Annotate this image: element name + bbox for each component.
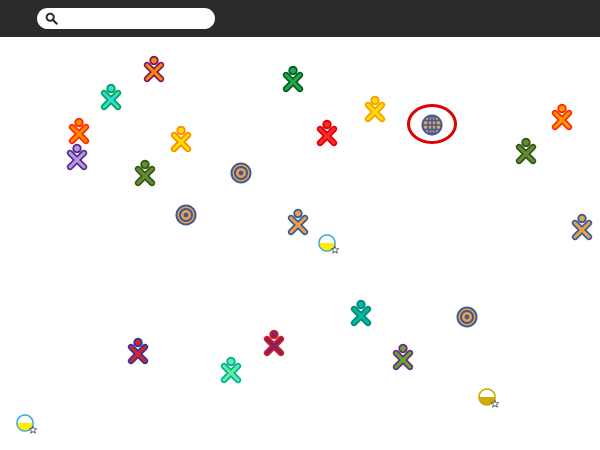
buddy-icon[interactable] (571, 213, 593, 241)
xo-figure-icon (287, 208, 309, 236)
xo-figure-icon (134, 159, 156, 187)
neighborhood-view (0, 37, 600, 450)
activity-icon[interactable] (230, 162, 252, 184)
xo-figure-icon (220, 356, 242, 384)
xo-figure-icon (68, 117, 90, 145)
buddy-icon[interactable] (364, 95, 386, 123)
buddy-icon[interactable] (316, 119, 338, 147)
buddy-icon[interactable] (134, 159, 156, 187)
buddy-icon[interactable] (220, 356, 242, 384)
wireless-network-icon (16, 414, 38, 434)
access-point-icon[interactable] (318, 234, 340, 254)
xo-figure-icon (66, 143, 88, 171)
buddy-icon[interactable] (282, 65, 304, 93)
xo-figure-icon (100, 83, 122, 111)
activity-icon[interactable] (175, 204, 197, 226)
top-toolbar (0, 0, 600, 37)
target-icon (456, 306, 478, 328)
buddy-icon[interactable] (68, 117, 90, 145)
xo-figure-icon (127, 337, 149, 365)
buddy-icon[interactable] (551, 103, 573, 131)
target-icon (175, 204, 197, 226)
buddy-icon[interactable] (66, 143, 88, 171)
buddy-icon[interactable] (392, 343, 414, 371)
target-icon (230, 162, 252, 184)
xo-figure-icon (551, 103, 573, 131)
buddy-icon[interactable] (263, 329, 285, 357)
xo-figure-icon (515, 137, 537, 165)
access-point-icon[interactable] (478, 388, 500, 408)
xo-figure-icon (350, 299, 372, 327)
search-field[interactable] (37, 8, 215, 29)
search-icon (45, 12, 58, 25)
access-point-icon[interactable] (16, 414, 38, 434)
xo-figure-icon (392, 343, 414, 371)
search-input[interactable] (61, 10, 211, 29)
buddy-icon[interactable] (127, 337, 149, 365)
xo-figure-icon (282, 65, 304, 93)
xo-figure-icon (316, 119, 338, 147)
buddy-icon[interactable] (170, 125, 192, 153)
activity-icon[interactable] (421, 114, 443, 136)
wireless-network-icon (478, 388, 500, 408)
globe-icon (421, 114, 443, 136)
buddy-icon[interactable] (287, 208, 309, 236)
xo-figure-icon (364, 95, 386, 123)
xo-figure-icon (571, 213, 593, 241)
buddy-icon[interactable] (100, 83, 122, 111)
buddy-icon[interactable] (143, 55, 165, 83)
wireless-network-icon (318, 234, 340, 254)
xo-figure-icon (170, 125, 192, 153)
buddy-icon[interactable] (515, 137, 537, 165)
xo-figure-icon (143, 55, 165, 83)
xo-figure-icon (263, 329, 285, 357)
activity-icon[interactable] (456, 306, 478, 328)
buddy-icon[interactable] (350, 299, 372, 327)
